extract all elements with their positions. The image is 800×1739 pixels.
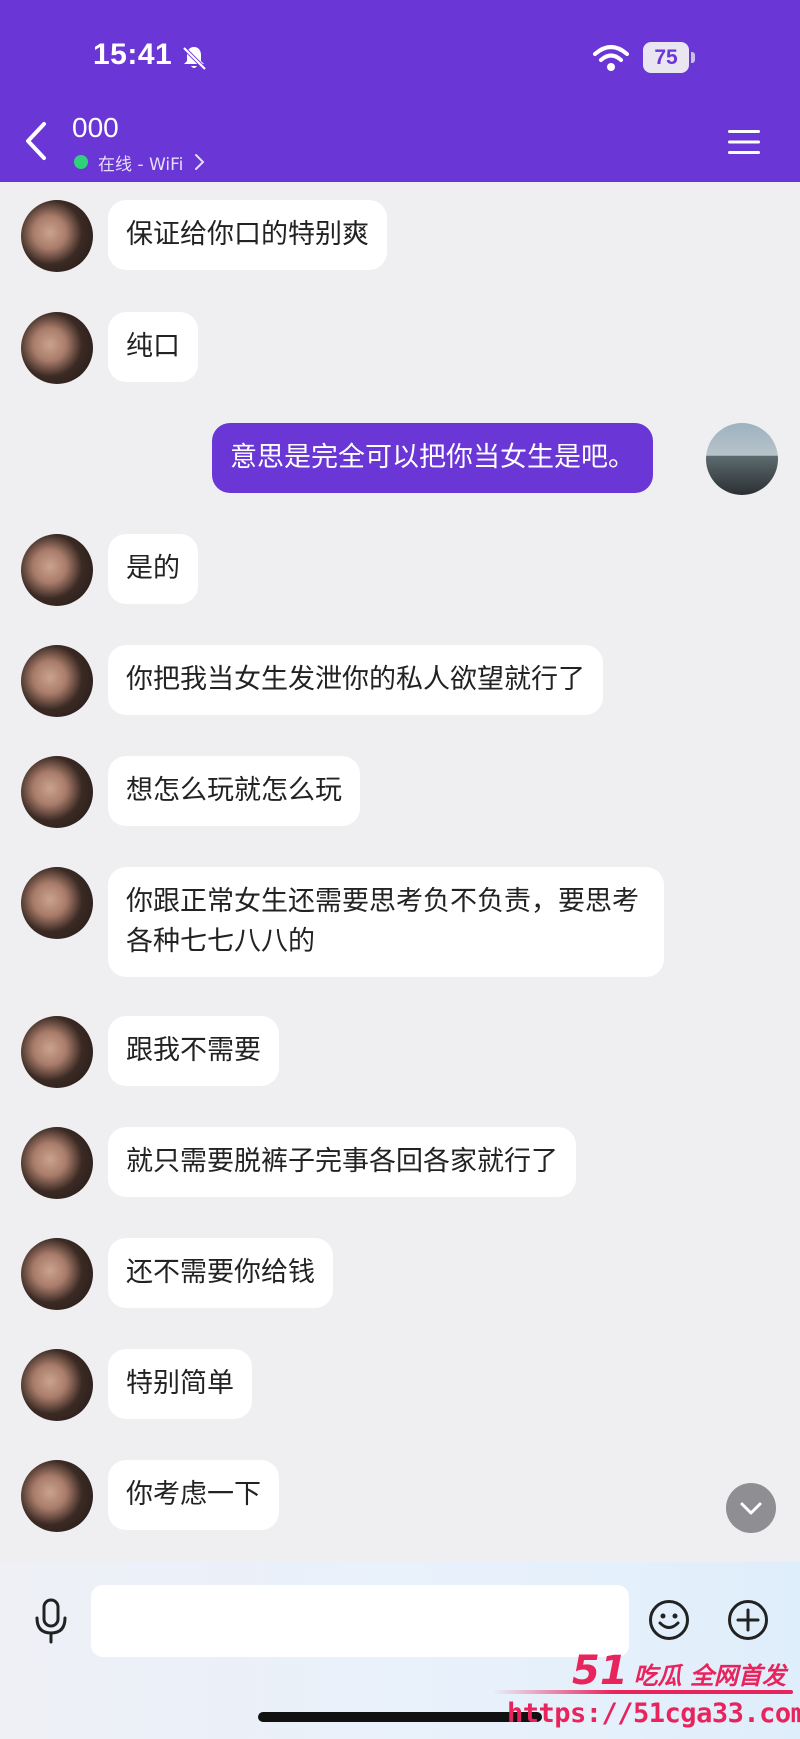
message-bubble[interactable]: 意思是完全可以把你当女生是吧。	[212, 423, 653, 493]
battery-indicator: 75	[643, 42, 695, 73]
chat-header: 15:41 75 000 在线 - WiFi	[0, 0, 800, 182]
battery-level: 75	[643, 42, 689, 73]
avatar[interactable]	[21, 1349, 93, 1421]
avatar[interactable]	[21, 200, 93, 272]
message-bubble[interactable]: 纯口	[108, 312, 198, 382]
wifi-icon	[593, 45, 629, 71]
watermark-divider	[493, 1690, 793, 1694]
scroll-to-bottom-button[interactable]	[726, 1483, 776, 1533]
bell-muted-icon	[182, 46, 207, 71]
connection-status[interactable]: 在线 - WiFi	[74, 150, 205, 175]
watermark-url: https://51cga33.com	[507, 1698, 800, 1729]
message-input[interactable]	[91, 1585, 629, 1657]
message-bubble[interactable]: 想怎么玩就怎么玩	[108, 756, 360, 826]
avatar[interactable]	[21, 756, 93, 828]
connection-status-text: 在线 - WiFi	[98, 154, 184, 175]
chevron-right-icon	[195, 154, 205, 170]
avatar[interactable]	[21, 867, 93, 939]
message-bubble[interactable]: 是的	[108, 534, 198, 604]
watermark-brand: 51	[572, 1648, 628, 1694]
avatar[interactable]	[21, 1016, 93, 1088]
message-bubble[interactable]: 跟我不需要	[108, 1016, 279, 1086]
home-indicator[interactable]	[258, 1712, 542, 1722]
message-bubble[interactable]: 你跟正常女生还需要思考负不负责，要思考各种七七八八的	[108, 867, 664, 977]
message-bubble[interactable]: 就只需要脱裤子完事各回各家就行了	[108, 1127, 576, 1197]
avatar[interactable]	[21, 1127, 93, 1199]
avatar[interactable]	[21, 645, 93, 717]
online-dot	[74, 155, 88, 169]
watermark-tagline: 吃瓜 全网首发	[633, 1662, 787, 1690]
battery-tip	[691, 52, 695, 63]
message-bubble[interactable]: 你考虑一下	[108, 1460, 279, 1530]
message-bubble[interactable]: 还不需要你给钱	[108, 1238, 333, 1308]
message-bubble[interactable]: 你把我当女生发泄你的私人欲望就行了	[108, 645, 603, 715]
avatar[interactable]	[21, 534, 93, 606]
avatar[interactable]	[21, 1238, 93, 1310]
message-bubble[interactable]: 特别简单	[108, 1349, 252, 1419]
chat-title[interactable]: 000	[72, 112, 119, 144]
status-time: 15:41	[93, 38, 173, 71]
menu-icon[interactable]	[727, 128, 761, 156]
avatar[interactable]	[21, 1460, 93, 1532]
message-list[interactable]: 保证给你口的特别爽 纯口 意思是完全可以把你当女生是吧。 是的 你把我当女生发泄…	[0, 182, 800, 1562]
back-icon[interactable]	[22, 118, 52, 164]
avatar[interactable]	[706, 423, 778, 495]
message-bubble[interactable]: 保证给你口的特别爽	[108, 200, 387, 270]
avatar[interactable]	[21, 312, 93, 384]
watermark-logo: 51 吃瓜 全网首发	[572, 1648, 786, 1694]
plus-icon[interactable]	[727, 1599, 769, 1641]
mic-icon[interactable]	[31, 1598, 71, 1644]
emoji-icon[interactable]	[648, 1599, 690, 1641]
chevron-down-icon	[740, 1502, 762, 1515]
